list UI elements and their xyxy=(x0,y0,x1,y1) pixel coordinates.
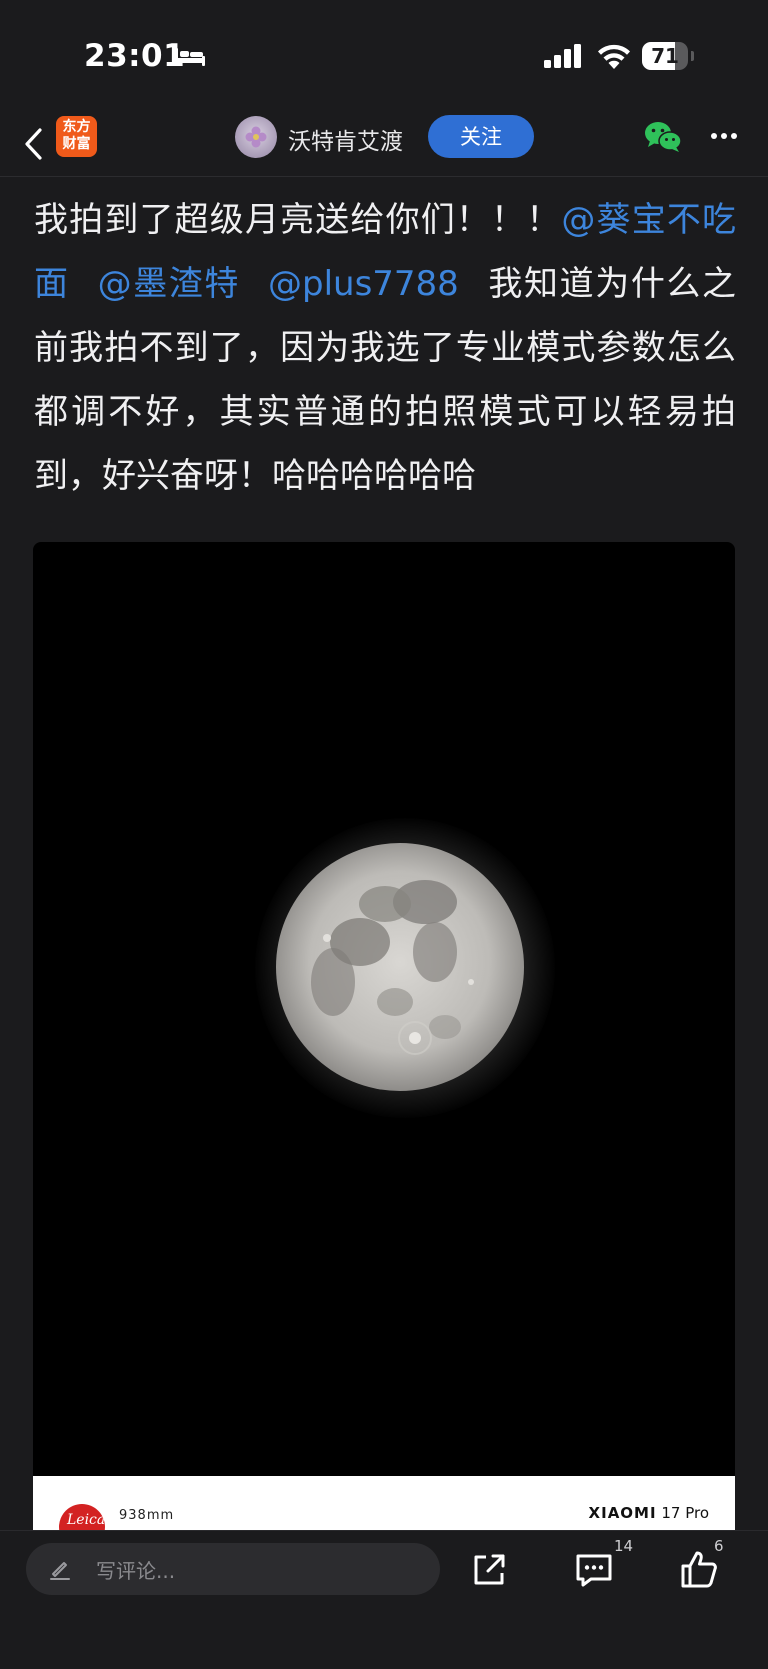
device-brand: XIAOMI xyxy=(588,1504,657,1522)
app-logo[interactable]: 东方 财富 xyxy=(56,116,97,157)
like-icon[interactable] xyxy=(680,1549,718,1589)
avatar[interactable] xyxy=(235,116,277,158)
mention-link-2[interactable]: @墨渣特 xyxy=(98,264,240,304)
share-icon[interactable] xyxy=(470,1551,508,1589)
battery-body: 71 xyxy=(642,42,688,70)
comment-count: 14 xyxy=(614,1537,634,1555)
leica-logo-text: Leica xyxy=(67,1512,105,1528)
nav-bar: 东方 财富 沃特肯艾渡 关注 xyxy=(0,112,768,177)
post-text-part1: 我拍到了超级月亮送给你们！！！ xyxy=(34,200,562,240)
camera-watermark-bar: Leica 938mm XIAOMI 17 Pro xyxy=(33,1476,735,1532)
follow-button[interactable]: 关注 xyxy=(428,115,534,158)
full-moon-image xyxy=(276,843,524,1091)
bed-icon xyxy=(175,48,205,66)
comment-input[interactable]: 写评论... xyxy=(26,1543,440,1595)
status-bar: 23:01 71 xyxy=(0,0,768,112)
back-icon[interactable] xyxy=(18,122,54,166)
device-model-name: 17 Pro xyxy=(661,1504,709,1522)
bottom-action-bar: 写评论... 14 6 xyxy=(0,1530,768,1669)
signal-icon xyxy=(544,44,581,68)
wifi-icon xyxy=(598,44,630,69)
device-model: XIAOMI 17 Pro xyxy=(589,1504,709,1522)
focal-length: 938mm xyxy=(119,1508,175,1523)
pencil-icon xyxy=(50,1562,70,1580)
wechat-icon[interactable] xyxy=(644,120,682,154)
battery-icon: 71 xyxy=(642,42,694,70)
comment-icon[interactable] xyxy=(574,1551,614,1589)
battery-cap xyxy=(691,51,694,61)
battery-level: 71 xyxy=(651,44,679,68)
avatar-flower-icon xyxy=(245,126,267,148)
app-logo-line1: 东方 xyxy=(62,119,91,135)
mention-link-3[interactable]: @plus7788 xyxy=(268,264,459,304)
like-count: 6 xyxy=(714,1537,724,1555)
author-name[interactable]: 沃特肯艾渡 xyxy=(288,122,403,156)
post-body-text: 我拍到了超级月亮送给你们！！！@葵宝不吃面 @墨渣特 @plus7788 我知道为什么… xyxy=(34,188,736,508)
post-detail-page: 23:01 71 东方 财富 沃特肯艾渡 关注 我拍到了超级月亮送给你们！！！@… xyxy=(0,0,768,1669)
status-time: 23:01 xyxy=(84,38,186,74)
post-photo[interactable]: Leica 938mm XIAOMI 17 Pro xyxy=(33,542,735,1532)
more-icon[interactable] xyxy=(710,132,738,140)
app-logo-line2: 财富 xyxy=(62,136,91,152)
leica-logo: Leica xyxy=(59,1504,105,1532)
comment-placeholder: 写评论... xyxy=(96,1559,176,1583)
